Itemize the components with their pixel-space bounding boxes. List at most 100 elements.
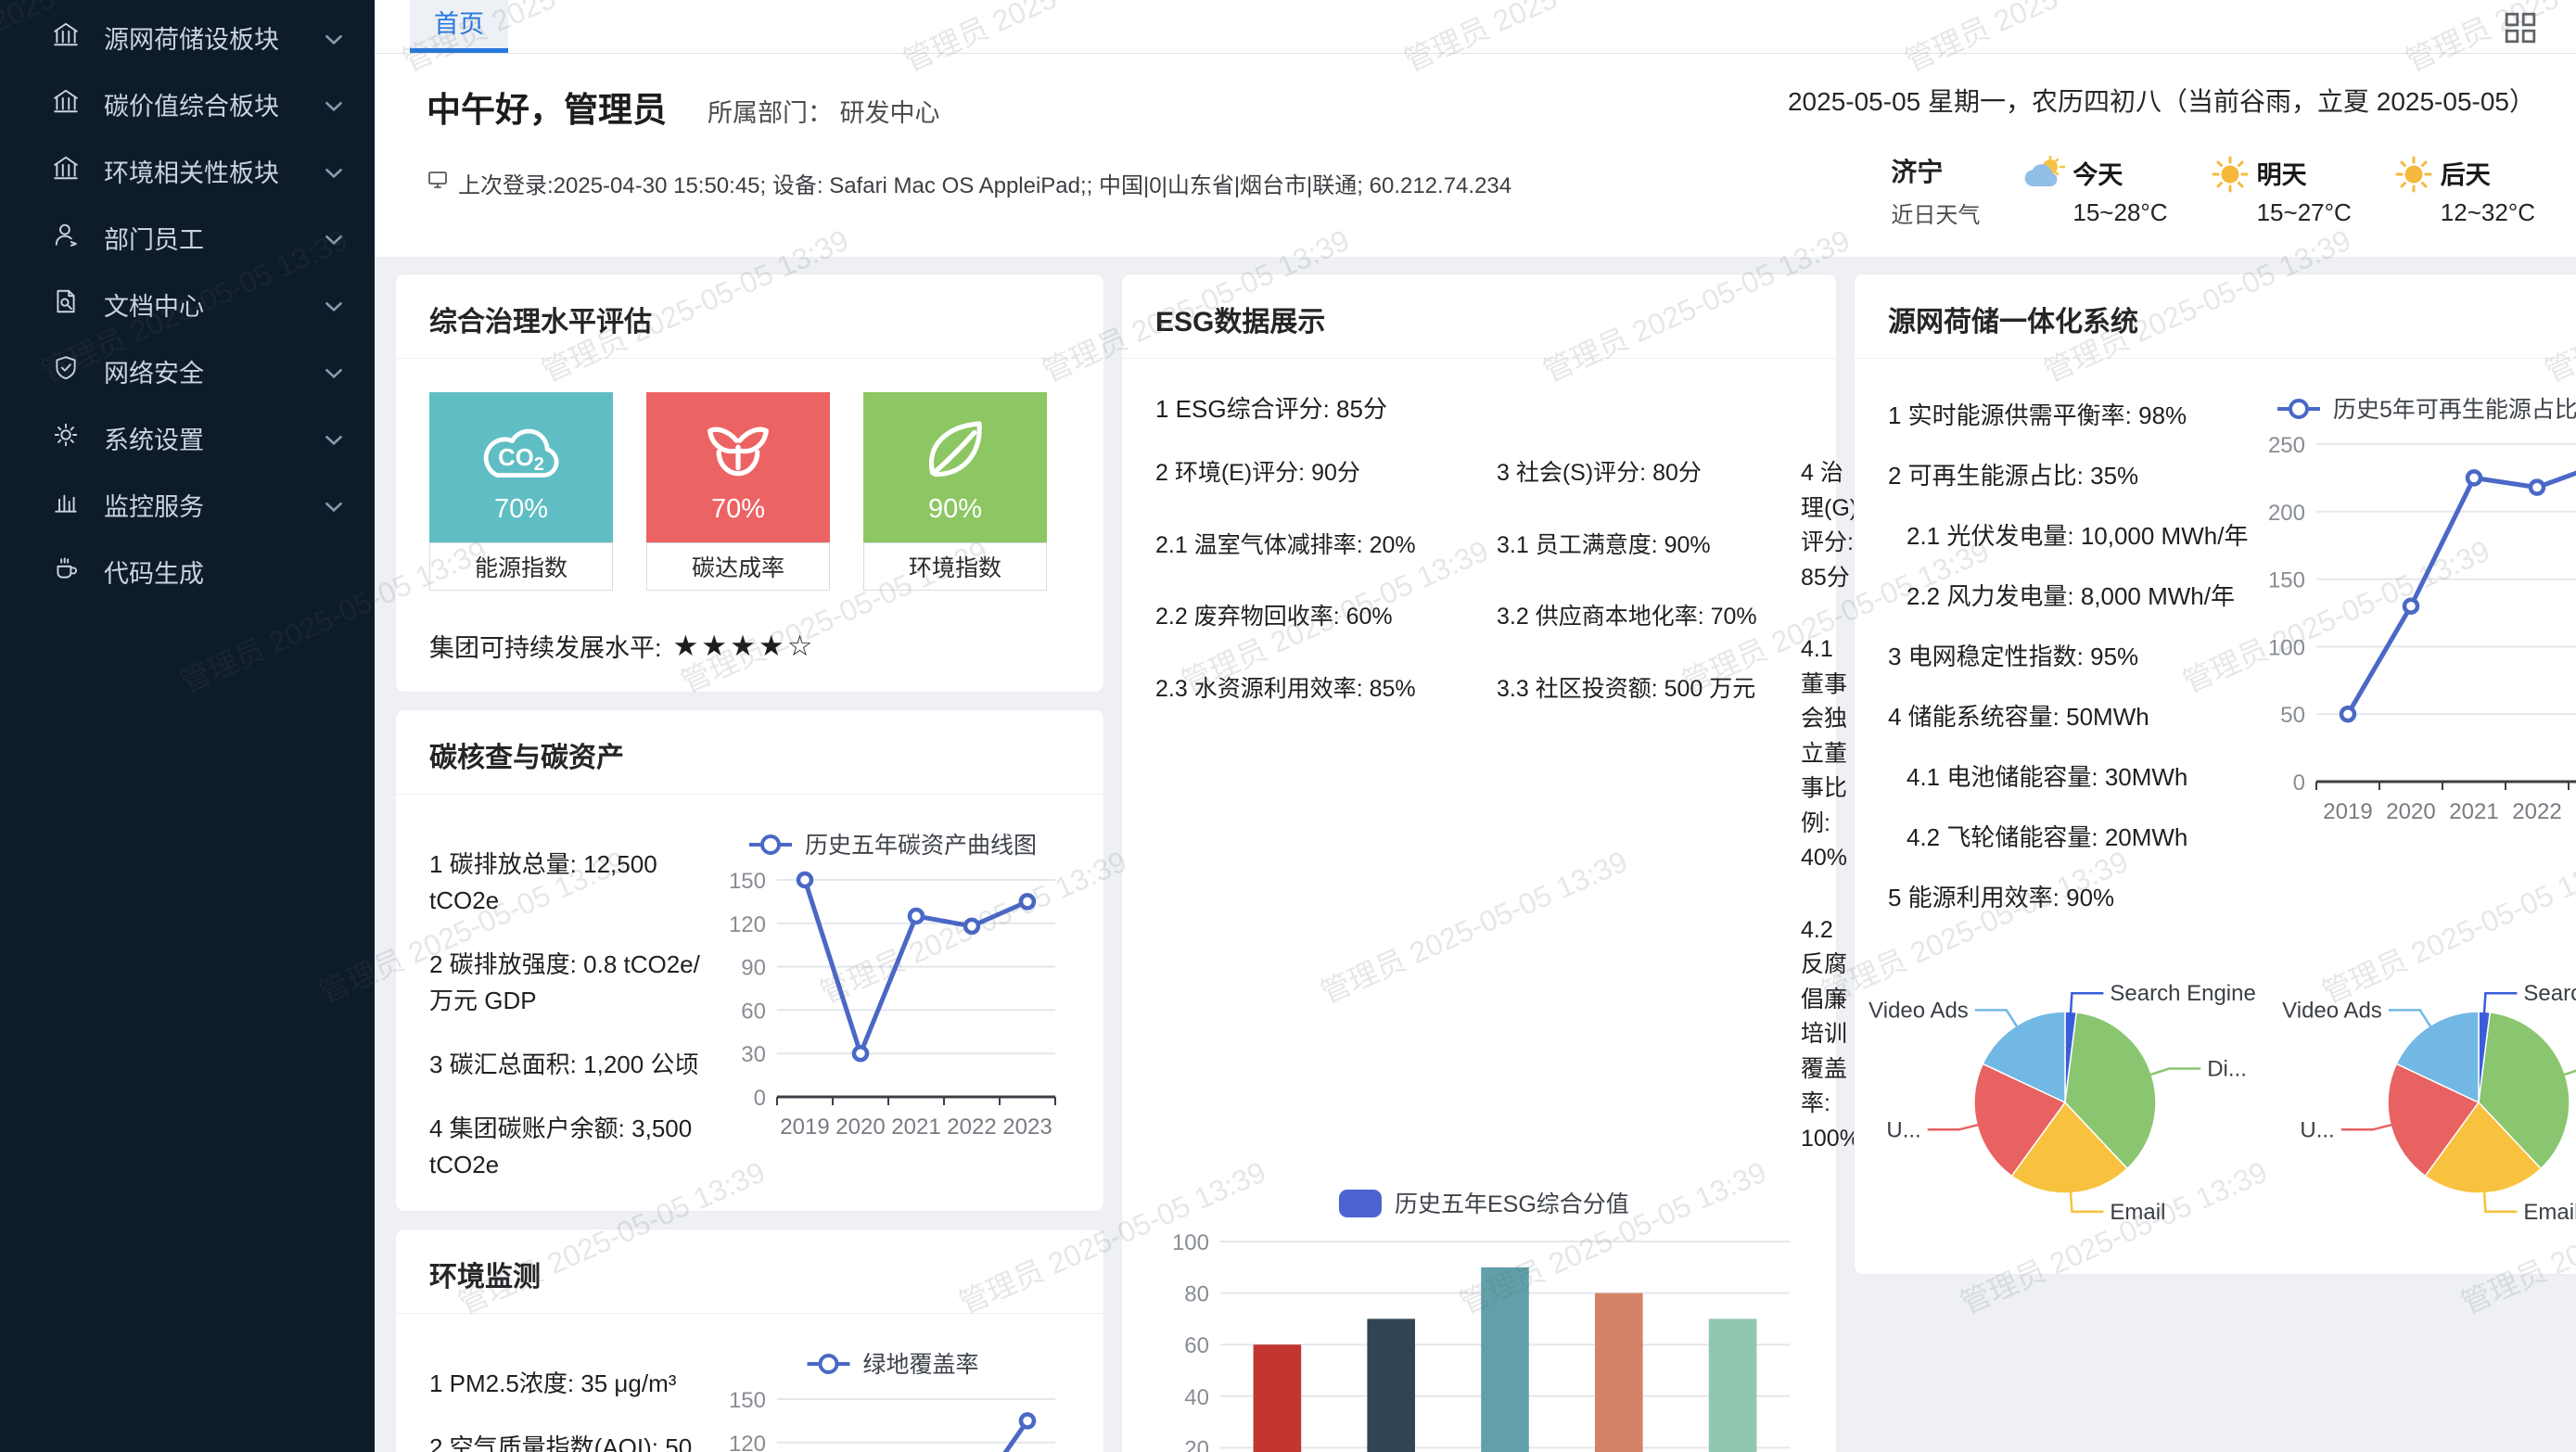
tile-label: 能源指数 bbox=[429, 542, 613, 591]
svg-text:60: 60 bbox=[741, 999, 766, 1024]
esg-item: 2 环境(E)评分: 90分 bbox=[1155, 456, 1480, 491]
svg-text:Video Ads: Video Ads bbox=[1868, 998, 1969, 1023]
svg-text:CO2: CO2 bbox=[498, 445, 544, 475]
svg-text:150: 150 bbox=[729, 1388, 766, 1413]
esg-overall-score: 1 ESG综合评分: 85分 bbox=[1155, 385, 1803, 456]
tile-percent: 70% bbox=[711, 494, 765, 525]
sidebar-item-documents[interactable]: 文档中心 bbox=[0, 271, 375, 338]
tab-home[interactable]: 首页 bbox=[410, 0, 508, 53]
esg-item: 4.2 反腐倡廉培训覆盖率: 100% bbox=[1801, 913, 1860, 1157]
tile-carbon-achievement: 70% 碳达成率 bbox=[646, 392, 830, 591]
sidebar-item-label: 文档中心 bbox=[104, 287, 300, 323]
sidebar-item-security[interactable]: 网络安全 bbox=[0, 338, 375, 404]
star-rating: ★★★★☆ bbox=[673, 630, 816, 663]
department-label: 所属部门： 研发中心 bbox=[708, 93, 940, 129]
green-coverage-line-chart: 绿地覆盖率030609012015020192020202120222023 bbox=[718, 1340, 1070, 1452]
metric-item: 2.2 风力发电量: 8,000 MWh/年 bbox=[1888, 579, 2248, 615]
sun-icon bbox=[2211, 155, 2250, 198]
chevron-down-icon bbox=[325, 157, 343, 185]
svg-text:40: 40 bbox=[1184, 1385, 1209, 1410]
sidebar-item-staff[interactable]: 部门员工 bbox=[0, 204, 375, 271]
esg-item: 2.2 废弃物回收率: 60% bbox=[1155, 600, 1480, 635]
sidebar-item-label: 监控服务 bbox=[104, 487, 300, 523]
tile-label: 环境指数 bbox=[863, 542, 1047, 591]
gear-icon bbox=[52, 421, 80, 455]
svg-text:100: 100 bbox=[2268, 635, 2305, 660]
svg-text:100: 100 bbox=[1172, 1230, 1209, 1255]
sidebar-item-label: 碳价值综合板块 bbox=[104, 86, 300, 122]
svg-text:200: 200 bbox=[2268, 501, 2305, 526]
esg-item: 2.3 水资源利用效率: 85% bbox=[1155, 672, 1480, 707]
tile-energy-index: CO2 70% 能源指数 bbox=[429, 392, 613, 591]
svg-text:2020: 2020 bbox=[2387, 799, 2436, 824]
weather-tomorrow: 明天 15~27°C bbox=[2211, 155, 2352, 227]
bar-chart-icon bbox=[52, 488, 80, 522]
sidebar-item-settings[interactable]: 系统设置 bbox=[0, 404, 375, 471]
sidebar-item-source-grid[interactable]: 源网荷储设板块 bbox=[0, 4, 375, 70]
svg-text:0: 0 bbox=[2293, 771, 2305, 796]
card-title: 综合治理水平评估 bbox=[396, 274, 1103, 359]
svg-text:Email: Email bbox=[2524, 1200, 2576, 1225]
leaf-icon bbox=[907, 410, 1003, 490]
device-icon bbox=[427, 169, 449, 197]
svg-text:250: 250 bbox=[2268, 433, 2305, 458]
sidebar-item-label: 环境相关性板块 bbox=[104, 153, 300, 189]
weather-day-temp: 15~28°C bbox=[2072, 198, 2167, 227]
metric-list: 1 碳排放总量: 12,500 tCO2e 2 碳排放强度: 0.8 tCO2e… bbox=[429, 821, 708, 1183]
weather-city: 济宁 近日天气 bbox=[1891, 152, 1980, 229]
weather-city-sub: 近日天气 bbox=[1891, 197, 1980, 229]
weather-day-temp: 12~32°C bbox=[2441, 198, 2535, 227]
header-right: 2025-05-05 星期一，农历四初八（当前谷雨，立夏 2025-05-05）… bbox=[1788, 82, 2535, 229]
metric-item: 3 电网稳定性指数: 95% bbox=[1888, 639, 2248, 675]
metric-item: 2 空气质量指数(AQI): 50 bbox=[429, 1430, 708, 1452]
apps-grid-icon[interactable] bbox=[2504, 11, 2537, 49]
svg-text:Di...: Di... bbox=[2207, 1057, 2247, 1082]
renewable-share-line-chart: 历史5年可再生能源占比波动 0 50 100 150 200 250 2019 2020 2021… bbox=[2257, 385, 2576, 830]
header-left: 中午好，管理员 所属部门： 研发中心 上次登录:2025-04-30 15:50… bbox=[427, 82, 1511, 229]
metric-list: 1 实时能源供需平衡率: 98% 2 可再生能源占比: 35% 2.1 光伏发电… bbox=[1888, 385, 2248, 916]
svg-text:2019: 2019 bbox=[2324, 799, 2373, 824]
sidebar-item-monitoring[interactable]: 监控服务 bbox=[0, 471, 375, 538]
svg-text:50: 50 bbox=[2281, 703, 2306, 728]
svg-text:历史5年可再生能源占比波动: 历史5年可再生能源占比波动 bbox=[2333, 397, 2576, 423]
svg-text:2022: 2022 bbox=[2513, 799, 2562, 824]
chevron-down-icon bbox=[325, 424, 343, 452]
svg-text:2023: 2023 bbox=[1002, 1114, 1052, 1140]
svg-text:120: 120 bbox=[729, 1432, 766, 1452]
bank-icon bbox=[52, 20, 80, 55]
esg-item: 3 社会(S)评分: 80分 bbox=[1497, 456, 1784, 491]
svg-text:30: 30 bbox=[741, 1042, 766, 1067]
weather-day-name: 后天 bbox=[2441, 155, 2535, 191]
sidebar-item-environment[interactable]: 环境相关性板块 bbox=[0, 137, 375, 204]
svg-text:2019: 2019 bbox=[780, 1114, 829, 1140]
svg-text:2021: 2021 bbox=[891, 1114, 940, 1140]
tile-environment-index: 90% 环境指数 bbox=[863, 392, 1047, 591]
card-title: 碳核查与碳资产 bbox=[396, 710, 1103, 795]
svg-text:20: 20 bbox=[1184, 1436, 1209, 1452]
svg-text:2021: 2021 bbox=[2450, 799, 2499, 824]
sprout-icon bbox=[690, 410, 786, 490]
metric-item: 1 碳排放总量: 12,500 tCO2e bbox=[429, 847, 708, 919]
sidebar-item-carbon-value[interactable]: 碳价值综合板块 bbox=[0, 70, 375, 137]
card-esg: ESG数据展示 1 ESG综合评分: 85分 2 环境(E)评分: 90分 2.… bbox=[1121, 274, 1837, 1452]
esg-item: 4 治理(G)评分: 85分 bbox=[1801, 456, 1860, 595]
chevron-down-icon bbox=[325, 90, 343, 119]
card-carbon-audit: 碳核查与碳资产 1 碳排放总量: 12,500 tCO2e 2 碳排放强度: 0… bbox=[395, 709, 1104, 1212]
esg-item: 3.3 社区投资额: 500 万元 bbox=[1497, 672, 1784, 707]
date-line: 2025-05-05 星期一，农历四初八（当前谷雨，立夏 2025-05-05） bbox=[1788, 82, 2535, 119]
weather-panel: 济宁 近日天气 今天 15~28°C 明天 15~27°C bbox=[1891, 152, 2535, 229]
metric-item: 1 PM2.5浓度: 35 μg/m³ bbox=[429, 1366, 708, 1402]
svg-text:150: 150 bbox=[2268, 568, 2305, 593]
metric-item: 1 实时能源供需平衡率: 98% bbox=[1888, 398, 2248, 434]
carbon-asset-line-chart: 历史五年碳资产曲线图030609012015020192020202120222… bbox=[718, 821, 1070, 1145]
sidebar-item-codegen[interactable]: 代码生成 bbox=[0, 538, 375, 605]
last-login-line: 上次登录:2025-04-30 15:50:45; 设备: Safari Mac… bbox=[427, 167, 1511, 199]
weather-day-temp: 15~27°C bbox=[2257, 198, 2352, 227]
metric-list: 1 PM2.5浓度: 35 μg/m³ 2 空气质量指数(AQI): 50 3 … bbox=[429, 1340, 708, 1452]
sidebar-item-label: 代码生成 bbox=[104, 554, 343, 590]
card-environment-monitoring: 环境监测 1 PM2.5浓度: 35 μg/m³ 2 空气质量指数(AQI): … bbox=[395, 1229, 1104, 1452]
weather-city-name: 济宁 bbox=[1891, 152, 1980, 189]
svg-text:U...: U... bbox=[1886, 1117, 1920, 1142]
rating-label: 集团可持续发展水平: bbox=[429, 628, 662, 664]
svg-text:绿地覆盖率: 绿地覆盖率 bbox=[863, 1352, 979, 1378]
